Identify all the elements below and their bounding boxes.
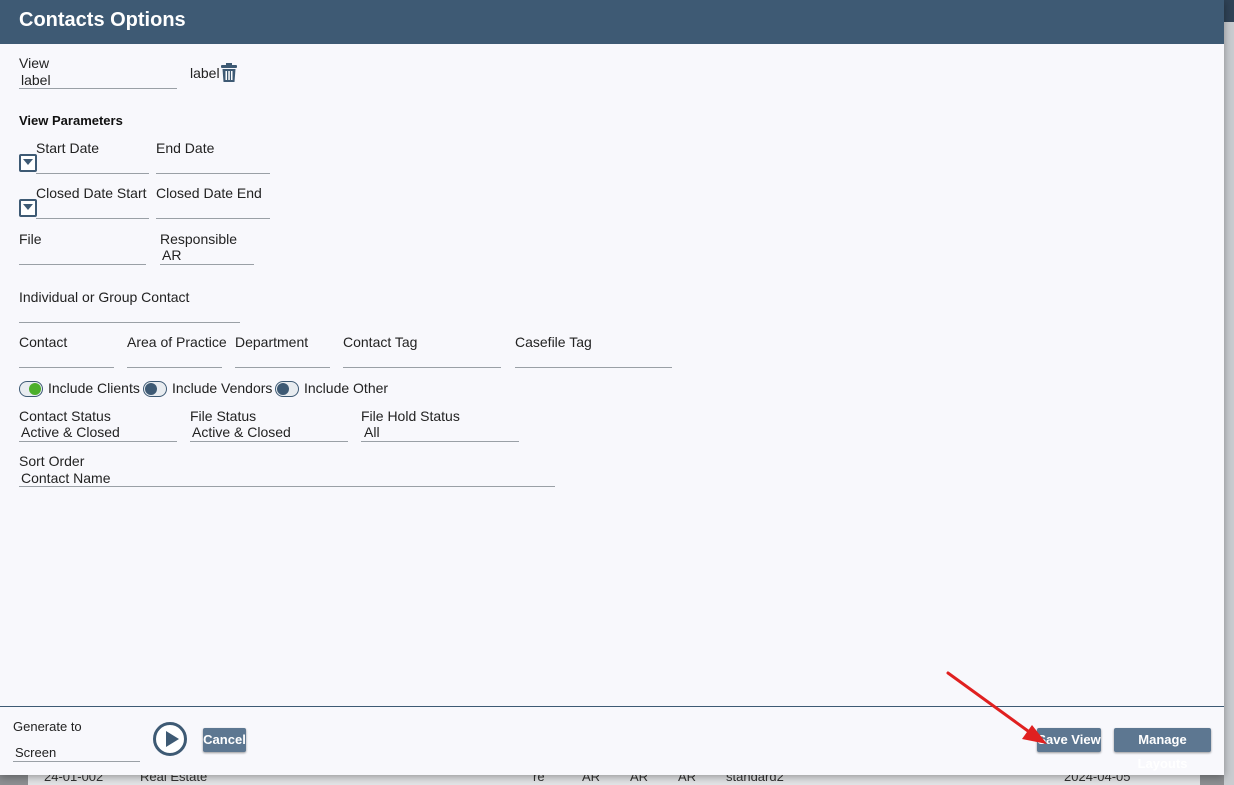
contact-status-underline xyxy=(19,441,177,442)
individual-group-select[interactable] xyxy=(19,322,240,323)
expand-date-icon[interactable] xyxy=(19,154,37,172)
view-name-label: label xyxy=(190,65,220,81)
closed-date-start-label: Closed Date Start xyxy=(36,185,147,201)
contacts-options-dialog: Contacts Options View label label View P… xyxy=(0,0,1224,775)
casefile-tag-label: Casefile Tag xyxy=(515,334,592,350)
closed-date-end-input[interactable] xyxy=(156,218,270,219)
include-vendors-toggle[interactable] xyxy=(143,381,167,397)
contact-input[interactable] xyxy=(19,367,114,368)
view-underline xyxy=(19,88,177,89)
department-select[interactable] xyxy=(235,367,330,368)
file-status-underline xyxy=(190,441,348,442)
contact-tag-label: Contact Tag xyxy=(343,334,418,350)
closed-date-start-input[interactable] xyxy=(36,218,149,219)
responsible-label: Responsible xyxy=(160,231,238,247)
file-label: File xyxy=(19,231,42,247)
sort-order-underline xyxy=(19,486,555,487)
generate-to-label: Generate to xyxy=(13,719,82,734)
start-date-label: Start Date xyxy=(36,140,100,156)
trash-icon[interactable] xyxy=(221,63,237,82)
contact-label: Contact xyxy=(19,334,68,350)
file-hold-status-underline xyxy=(361,441,519,442)
view-parameters-heading: View Parameters xyxy=(19,113,123,128)
include-clients-toggle[interactable] xyxy=(19,381,43,397)
end-date-label: End Date xyxy=(156,140,215,156)
include-other-label: Include Other xyxy=(304,380,389,396)
area-of-practice-select[interactable] xyxy=(127,367,222,368)
footer-divider xyxy=(0,706,1224,707)
background-app-header xyxy=(1224,0,1234,22)
responsible-select[interactable]: AR xyxy=(162,247,181,263)
file-status-select[interactable]: Active & Closed xyxy=(192,424,291,440)
file-hold-status-select[interactable]: All xyxy=(364,424,380,440)
sort-order-select[interactable]: Contact Name xyxy=(21,470,110,486)
view-label: View xyxy=(19,55,50,71)
include-clients-label: Include Clients xyxy=(48,380,140,396)
sort-order-label: Sort Order xyxy=(19,453,85,469)
file-input[interactable] xyxy=(19,264,146,265)
generate-to-underline xyxy=(13,761,140,762)
cancel-button[interactable]: Cancel xyxy=(203,728,246,752)
save-view-button[interactable]: Save View xyxy=(1037,728,1101,752)
toggle-knob xyxy=(277,383,289,395)
generate-to-select[interactable]: Screen xyxy=(15,745,56,760)
view-select[interactable]: label xyxy=(21,72,51,88)
responsible-underline xyxy=(160,264,254,265)
closed-date-end-label: Closed Date End xyxy=(156,185,262,201)
include-vendors-label: Include Vendors xyxy=(172,380,273,396)
manage-layouts-button[interactable]: Manage Layouts xyxy=(1114,728,1211,771)
department-label: Department xyxy=(235,334,309,350)
expand-closed-date-icon[interactable] xyxy=(19,199,37,217)
background-app-edge xyxy=(1224,0,1234,785)
contact-status-select[interactable]: Active & Closed xyxy=(21,424,120,440)
individual-group-label: Individual or Group Contact xyxy=(19,289,190,305)
area-of-practice-label: Area of Practice xyxy=(127,334,227,350)
end-date-input[interactable] xyxy=(156,173,270,174)
toggle-knob xyxy=(145,383,157,395)
dialog-title: Contacts Options xyxy=(19,9,186,31)
start-date-input[interactable] xyxy=(36,173,149,174)
file-status-label: File Status xyxy=(190,408,257,424)
toggle-knob xyxy=(29,383,41,395)
casefile-tag-select[interactable] xyxy=(515,367,672,368)
file-hold-status-label: File Hold Status xyxy=(361,408,460,424)
dialog-header: Contacts Options xyxy=(0,0,1224,44)
contact-status-label: Contact Status xyxy=(19,408,111,424)
generate-play-button[interactable] xyxy=(153,722,187,756)
contact-tag-select[interactable] xyxy=(343,367,501,368)
include-other-toggle[interactable] xyxy=(275,381,299,397)
